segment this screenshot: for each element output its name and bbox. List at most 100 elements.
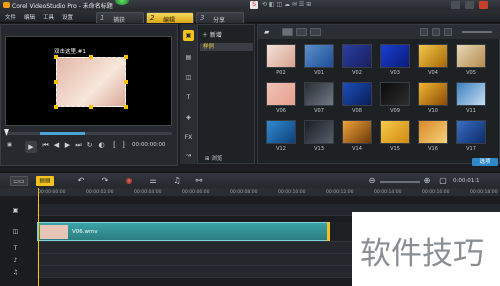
trim-range[interactable] [40, 132, 85, 135]
thumbnail-label: V17 [466, 146, 476, 152]
home-button[interactable]: ⏮ [41, 141, 50, 150]
library-thumbnail[interactable] [380, 82, 410, 106]
tab-share[interactable]: 3 分享 [196, 12, 244, 24]
library-thumbnail[interactable] [456, 44, 486, 68]
library-thumbnail[interactable] [456, 120, 486, 144]
library-thumbnail[interactable] [266, 82, 296, 106]
redo-button[interactable]: ↷ [100, 176, 110, 186]
tab-capture[interactable]: 1 捕获 [96, 12, 144, 24]
graphic-icon[interactable]: ◈ [183, 112, 194, 123]
library-thumbnail[interactable] [418, 44, 448, 68]
browse-button[interactable]: ⊞ 浏览 [205, 154, 222, 162]
menu-settings[interactable]: 设置 [62, 13, 73, 21]
resize-handle[interactable] [54, 105, 58, 109]
library-thumbnail[interactable] [342, 44, 372, 68]
resize-handle[interactable] [54, 80, 58, 84]
folder-icon[interactable]: ▰ [264, 28, 269, 36]
library-thumbnail[interactable] [380, 44, 410, 68]
options-button[interactable]: 选项 [472, 158, 498, 166]
end-button[interactable]: ⏭ [74, 141, 83, 150]
voice-track-icon[interactable]: ♪ [10, 256, 21, 265]
library-thumbnail[interactable] [266, 44, 296, 68]
timecode-display[interactable]: 00:00:00:00 [132, 142, 166, 148]
sort-button[interactable] [420, 28, 428, 36]
zoom-out-button[interactable]: ⊖ [367, 176, 377, 186]
library-thumbnail[interactable] [304, 44, 334, 68]
minimize-button[interactable] [451, 1, 460, 9]
timeline-ruler[interactable]: 00:00:00:00 00:00:02:00 00:00:04:00 00:00:0… [0, 188, 500, 196]
prev-frame-button[interactable]: ◀ [52, 141, 61, 150]
zoom-in-button[interactable]: ⊕ [422, 176, 432, 186]
filter-photo-button[interactable] [296, 28, 307, 36]
library-thumbnail[interactable] [380, 120, 410, 144]
title-track-icon[interactable]: T [10, 244, 21, 253]
music-track-icon[interactable]: ♫ [10, 268, 21, 277]
tab-number: 2 [150, 14, 155, 22]
transition-icon[interactable]: ◫ [183, 72, 194, 83]
playhead[interactable] [38, 188, 39, 286]
resize-handle[interactable] [89, 55, 93, 59]
filter-icon[interactable]: FX [183, 132, 194, 143]
resize-handle[interactable] [124, 55, 128, 59]
scrub-bar[interactable] [5, 132, 172, 135]
preview-image[interactable] [56, 57, 126, 107]
thumbnail-label: V02 [352, 70, 362, 76]
title-toolbar: S ⟲ ◧ ◫ ☁ ✉ ☰ ⊞ [250, 1, 450, 10]
media-icon[interactable]: ▣ [183, 30, 194, 41]
library-thumbnail[interactable] [304, 120, 334, 144]
menu-file[interactable]: 文件 [5, 13, 16, 21]
video-track-icon[interactable]: ▣ [10, 206, 21, 215]
library-thumbnail[interactable] [418, 82, 448, 106]
view-list-button[interactable] [432, 28, 440, 36]
view-thumb-button[interactable] [444, 28, 452, 36]
clip-trim-handle[interactable] [327, 222, 330, 241]
path-icon[interactable]: ↝ [183, 150, 194, 161]
library-thumbnail[interactable] [456, 82, 486, 106]
library-thumbnail[interactable] [342, 120, 372, 144]
instant-project-icon[interactable]: ▤ [183, 52, 194, 63]
timeline-clip[interactable]: V06.wmv [37, 222, 329, 241]
auto-music-button[interactable]: ♫ [172, 176, 182, 186]
timeline-view-button[interactable]: ▤▤ [36, 176, 54, 186]
title-icon[interactable]: T [183, 92, 194, 103]
play-button[interactable]: ▶ [25, 141, 37, 153]
folder-sample[interactable]: 样例 [200, 43, 253, 51]
toolbar-icons[interactable]: ⟲ ◧ ◫ ☁ ✉ ☰ ⊞ [262, 1, 311, 8]
mark-out-button[interactable]: ] [119, 141, 128, 150]
project-toggle[interactable]: ▣ [5, 141, 14, 150]
resize-handle[interactable] [89, 105, 93, 109]
link-button[interactable]: ⚯ [194, 176, 204, 186]
app-shortcut-icon[interactable]: S [250, 1, 258, 9]
add-folder-button[interactable]: ＋ 新增 [202, 30, 222, 39]
menu-edit[interactable]: 编辑 [24, 13, 35, 21]
mixer-button[interactable]: ⚌ [148, 176, 158, 186]
tab-edit[interactable]: 2 编辑 [146, 12, 194, 24]
preview-title-text[interactable]: 双击这里.#1 [54, 47, 86, 55]
thumb-size-slider[interactable] [462, 31, 492, 33]
resize-handle[interactable] [124, 105, 128, 109]
record-button[interactable]: ◉ [124, 176, 134, 186]
undo-button[interactable]: ↶ [76, 176, 86, 186]
maximize-button[interactable] [465, 1, 474, 9]
zoom-slider[interactable] [380, 181, 420, 183]
library-thumbnail[interactable] [418, 120, 448, 144]
overlay-track-icon[interactable]: ◫ [10, 227, 21, 236]
preview-window[interactable]: 双击这里.#1 [5, 36, 172, 126]
next-frame-button[interactable]: ▶ [63, 141, 72, 150]
menu-tools[interactable]: 工具 [43, 13, 54, 21]
fit-project-button[interactable]: ▢ [438, 176, 448, 186]
mark-in-button[interactable]: [ [110, 141, 119, 150]
storyboard-view-button[interactable]: ▭▭ [10, 176, 28, 186]
thumbnail-label: V03 [390, 70, 400, 76]
filter-video-button[interactable] [282, 28, 293, 36]
close-button[interactable] [479, 1, 488, 9]
library-thumbnail[interactable] [266, 120, 296, 144]
library-thumbnail[interactable] [342, 82, 372, 106]
resize-handle[interactable] [124, 80, 128, 84]
filter-audio-button[interactable] [310, 28, 321, 36]
repeat-button[interactable]: ↻ [85, 141, 94, 150]
library-thumbnail[interactable] [304, 82, 334, 106]
thumbnail-label: V14 [352, 146, 362, 152]
volume-icon[interactable]: ◐ [97, 141, 106, 150]
resize-handle[interactable] [54, 55, 58, 59]
